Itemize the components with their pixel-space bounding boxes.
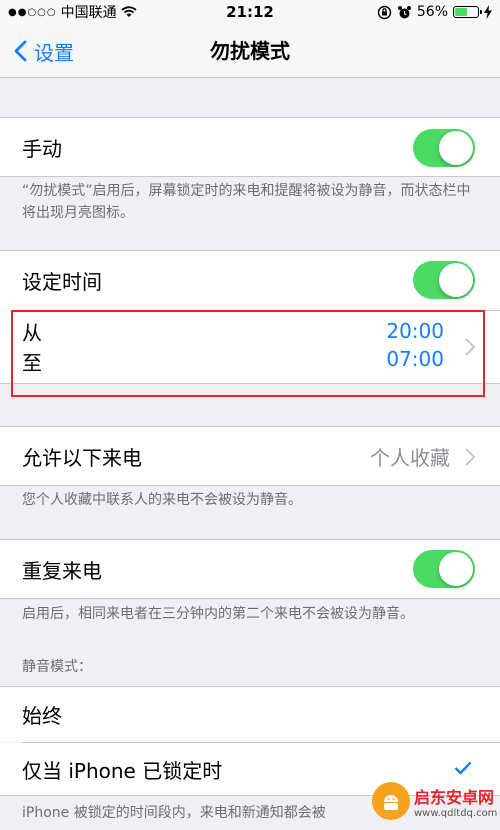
from-label: 从 (22, 321, 42, 345)
watermark: 启东安卓网 www.qdltdq.com (372, 772, 500, 830)
wifi-icon (121, 6, 137, 17)
battery-icon (453, 6, 482, 18)
alarm-icon (397, 5, 411, 18)
scheduled-toggle[interactable] (413, 261, 475, 299)
status-bar: ●●○○○ 中国联通 21:12 56% (0, 0, 500, 24)
chevron-right-icon (465, 338, 476, 356)
carrier-label: 中国联通 (60, 5, 117, 21)
to-label: 至 (22, 351, 42, 375)
chevron-left-icon (14, 40, 27, 62)
repeated-calls-label: 重复来电 (22, 558, 102, 583)
silence-header: 静音模式： (22, 659, 92, 675)
status-right: 56% (377, 4, 492, 20)
silence-locked-label: 仅当 iPhone 已锁定时 (22, 758, 223, 783)
chevron-right-icon (465, 448, 476, 466)
repeated-calls-row: 重复来电 (0, 539, 500, 599)
toggle-knob (439, 552, 473, 586)
toggle-knob (439, 131, 473, 165)
back-label: 设置 (34, 40, 74, 65)
silence-always-label: 始终 (22, 704, 62, 728)
allow-calls-label: 允许以下来电 (22, 445, 142, 470)
manual-label: 手动 (22, 136, 62, 161)
scheduled-row: 设定时间 (0, 250, 500, 310)
allow-calls-value: 个人收藏 (370, 445, 450, 470)
page-title: 勿扰模式 (210, 39, 290, 63)
to-time: 07:00 (386, 347, 444, 371)
manual-toggle[interactable] (413, 129, 475, 167)
android-icon (384, 795, 398, 810)
back-button[interactable]: 设置 (10, 24, 74, 78)
navigation-bar: 设置 勿扰模式 (0, 24, 500, 78)
rotation-lock-icon (377, 5, 392, 19)
watermark-logo-icon (372, 782, 410, 820)
manual-footer: “勿扰模式”启用后，屏幕锁定时的来电和提醒将被设为静音，而状态栏中将出现月亮图标… (22, 183, 471, 221)
signal-icon: ●●○○○ (8, 6, 57, 18)
status-left: ●●○○○ 中国联通 (8, 2, 198, 22)
battery-percent: 56% (416, 4, 448, 20)
scheduled-label: 设定时间 (22, 270, 102, 294)
schedule-time-row[interactable]: 从 至 20:00 07:00 (0, 311, 500, 384)
watermark-title: 启东安卓网 (414, 787, 495, 807)
battery-fill (455, 8, 468, 16)
repeated-calls-footer: 启用后，相同来电者在三分钟内的第二个来电不会被设为静音。 (22, 606, 414, 622)
repeated-calls-toggle[interactable] (413, 550, 475, 588)
toggle-knob (439, 263, 473, 297)
allow-calls-row[interactable]: 允许以下来电 个人收藏 (0, 426, 500, 486)
watermark-text: 启东安卓网 www.qdltdq.com (414, 784, 497, 819)
manual-row: 手动 (0, 117, 500, 177)
watermark-url: www.qdltdq.com (414, 807, 498, 819)
from-time: 20:00 (386, 319, 444, 343)
allow-calls-footer: 您个人收藏中联系人的来电不会被设为静音。 (22, 492, 302, 508)
charging-icon (484, 5, 492, 19)
silence-always-row[interactable]: 始终 (0, 686, 500, 742)
